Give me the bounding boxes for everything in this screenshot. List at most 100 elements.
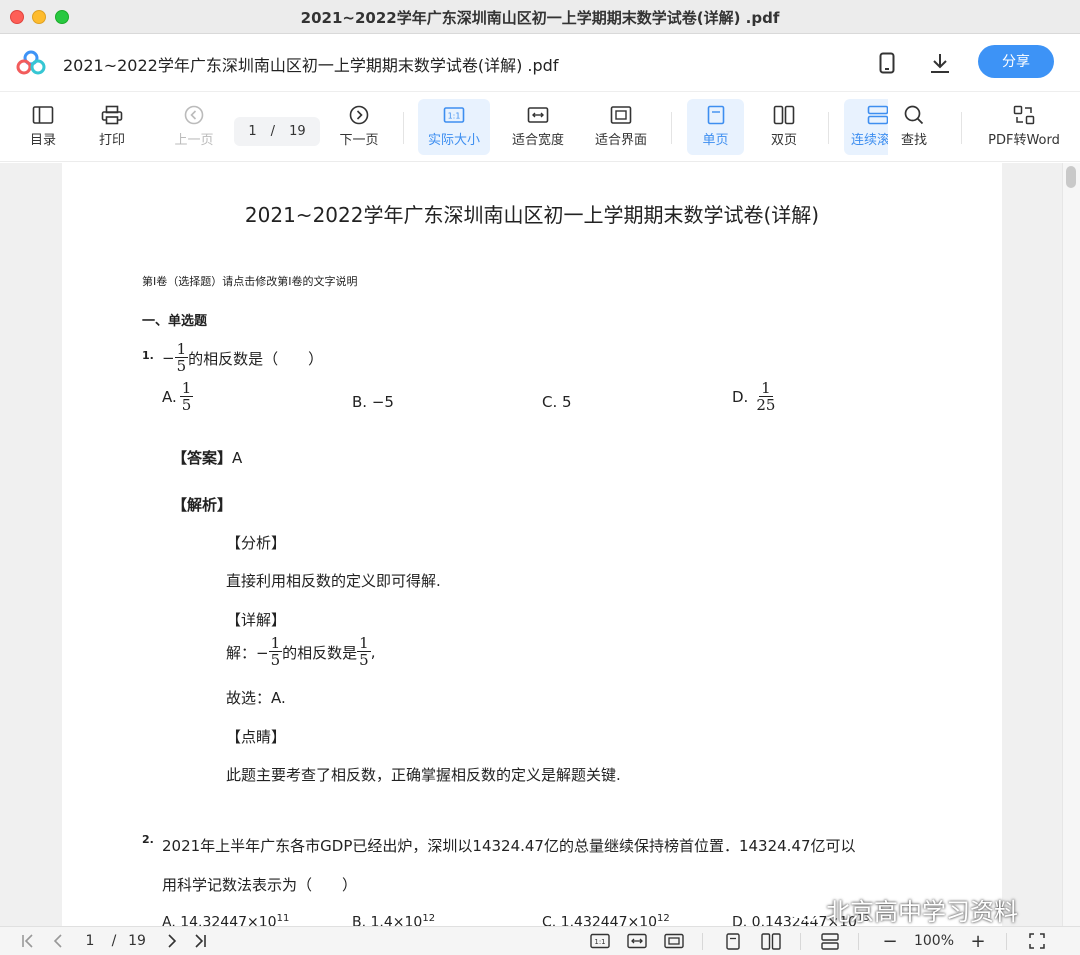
zoom-in-button[interactable]: + [968,931,988,952]
option-b: B. −5 [352,393,394,411]
toc-icon [32,106,54,124]
single-page-icon [707,105,724,125]
status-total-pages: 19 [128,933,146,949]
page-separator: / [270,124,276,139]
option-b: B. 1.4×1012 [352,913,436,926]
option-c: C. 1.432447×1012 [542,913,670,926]
fraction: 1 25 [756,379,776,414]
question-stem-line2: 用科学记数法表示为（ ） [162,876,358,894]
question-number: 2. [142,833,154,846]
phone-icon[interactable] [874,50,900,76]
double-page-label: 双页 [770,133,797,148]
fit-page-label: 适合界面 [594,133,647,148]
total-pages: 19 [289,124,306,139]
status-bar: 1 / 19 1:1 − 100% + [0,926,1080,955]
actual-size-button[interactable]: 1:1 实际大小 [418,99,490,155]
fullscreen-icon[interactable] [1026,931,1048,951]
window-titlebar: 2021~2022学年广东深圳南山区初一上学期期末数学试卷(详解) .pdf [0,0,1080,34]
prev-page-icon[interactable] [48,931,68,951]
current-page-input[interactable]: 1 [248,124,256,139]
find-button[interactable]: 查找 [888,99,940,155]
share-button[interactable]: 分享 [978,45,1054,78]
toolbar: 目录 打印 上一页 下一页 1:1 实际大小 适合宽度 适合界面 单页 双页 连… [0,92,1080,162]
solution-line: 解：− 15 的相反数是 15 , [226,634,376,669]
print-button[interactable]: 打印 [87,99,137,155]
single-page-icon[interactable] [722,931,744,951]
fit-width-icon[interactable] [626,931,648,951]
question-number: 1. [142,349,154,362]
pdf-page: 2021~2022学年广东深圳南山区初一上学期期末数学试卷(详解) 第I卷（选择… [62,163,1002,926]
first-page-icon[interactable] [18,931,38,951]
svg-text:1:1: 1:1 [594,938,605,946]
convert-icon [1013,105,1035,125]
part-note: 第I卷（选择题）请点击修改第I卷的文字说明 [142,275,358,288]
fit-page-icon [610,106,632,124]
print-icon [101,105,123,125]
toolbar-divider [961,112,962,144]
toolbar-divider [403,112,404,144]
toolbar-divider [828,112,829,144]
status-divider [800,933,801,950]
zoom-level[interactable]: 100% [908,931,960,951]
document-title: 2021~2022学年广东深圳南山区初一上学期期末数学试卷(详解) .pdf [63,56,559,75]
xiangjie-tag: 【详解】 [226,611,287,629]
prev-circle-icon [184,105,204,125]
choice-line: 故选：A. [226,689,286,707]
vertical-scrollbar[interactable] [1062,163,1080,926]
fenxi-text: 直接利用相反数的定义即可得解. [226,572,441,590]
search-icon [904,105,924,125]
status-divider [858,933,859,950]
pdf-to-word-label: PDF转Word [988,133,1060,148]
toc-button[interactable]: 目录 [18,99,68,155]
wechat-icon [786,897,820,922]
paper-title: 2021~2022学年广东深圳南山区初一上学期期末数学试卷(详解) [244,203,820,227]
last-page-icon[interactable] [190,931,210,951]
status-divider [702,933,703,950]
double-page-button[interactable]: 双页 [757,99,811,155]
option-a: A. 15 [162,379,194,414]
prev-page-label: 上一页 [174,133,214,148]
next-page-button[interactable]: 下一页 [331,99,387,155]
fraction: 15 [357,634,371,669]
next-page-icon[interactable] [162,931,182,951]
pdf-to-word-button[interactable]: PDF转Word [982,99,1066,155]
zoom-out-button[interactable]: − [880,931,900,952]
continuous-scroll-button[interactable]: 连续滚 [844,99,888,155]
svg-text:1:1: 1:1 [448,112,461,121]
dianjing-text: 此题主要考查了相反数，正确掌握相反数的定义是解题关键. [226,766,621,784]
next-page-label: 下一页 [339,133,379,148]
watermark-text: 北京高中学习资料 [826,898,1018,926]
fraction: 15 [268,634,283,669]
continuous-scroll-icon[interactable] [819,931,841,951]
app-logo-icon [16,50,46,76]
section-heading: 一、单选题 [142,314,208,329]
option-a: A. 14.32447×1011 [162,913,290,926]
single-page-button[interactable]: 单页 [687,99,744,155]
double-page-icon[interactable] [760,931,782,951]
next-circle-icon [349,105,369,125]
toc-label: 目录 [29,133,56,148]
fit-page-button[interactable]: 适合界面 [587,99,655,155]
fit-width-button[interactable]: 适合宽度 [504,99,572,155]
dianjing-tag: 【点睛】 [226,728,287,746]
status-current-page[interactable]: 1 [80,931,100,951]
option-c: C. 5 [542,393,572,411]
status-divider [1006,933,1007,950]
fit-page-icon[interactable] [663,931,685,951]
page-number-box[interactable]: 1 / 19 [234,117,320,146]
actual-size-icon[interactable]: 1:1 [589,931,611,951]
status-page-separator: / [111,933,117,949]
question-stem: − 15 的相反数是（ ） [162,340,324,375]
scrollbar-thumb[interactable] [1066,166,1076,188]
download-icon[interactable] [927,50,953,76]
document-viewer[interactable]: 2021~2022学年广东深圳南山区初一上学期期末数学试卷(详解) 第I卷（选择… [0,163,1080,926]
actual-size-label: 实际大小 [427,133,480,148]
toolbar-divider [671,112,672,144]
fraction: 15 [174,340,189,375]
print-label: 打印 [98,133,125,148]
actual-size-icon: 1:1 [443,107,465,123]
single-page-label: 单页 [702,133,729,148]
prev-page-button[interactable]: 上一页 [166,99,222,155]
fit-width-label: 适合宽度 [511,133,564,148]
answer-line: 【答案】A [172,449,243,467]
